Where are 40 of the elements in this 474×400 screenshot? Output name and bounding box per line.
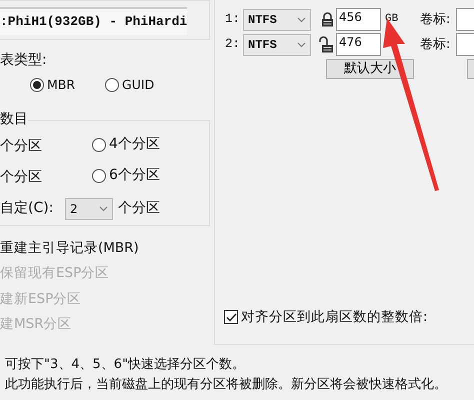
size-field[interactable]: 456 — [336, 8, 381, 31]
note-text: 可按下"3、4、5、6"快速选择分区个数。 — [4, 356, 246, 374]
option-label: 建MSR分区 — [0, 315, 73, 334]
radio-button[interactable] — [105, 78, 120, 92]
unlock-icon[interactable] — [319, 36, 334, 53]
chevron-down-icon — [297, 16, 306, 22]
radio-label: 个分区 — [0, 168, 42, 187]
radio-label: MBR — [47, 76, 76, 94]
custom-count-label: 自定(C): — [0, 199, 54, 218]
radio-label: 个分区 — [0, 137, 42, 156]
radio-button[interactable] — [30, 78, 44, 92]
row-number: 2: — [225, 36, 242, 54]
option-label[interactable]: 重建主引导记录(MBR) — [0, 235, 210, 260]
chevron-down-icon — [99, 206, 108, 212]
default-size-button[interactable]: 默认大小 — [326, 59, 414, 79]
label-caption: 卷标: — [420, 36, 452, 54]
size-field[interactable]: 476 — [336, 33, 381, 56]
radio-button[interactable] — [92, 138, 106, 152]
checkbox-label: 对齐分区到此扇区数的整数倍: — [241, 308, 428, 327]
unit-label: GB — [385, 12, 400, 28]
note-text: 此功能执行后，当前磁盘上的现有分区将被删除。新分区将会被快速格式化。 — [4, 376, 448, 394]
label-caption: 卷标: — [420, 10, 452, 29]
radio-button[interactable] — [92, 168, 106, 183]
count-dropdown[interactable]: 2 — [65, 198, 113, 220]
option-label: 保留现有ESP分区 — [0, 264, 110, 284]
label-field[interactable] — [456, 8, 474, 31]
filesystem-dropdown[interactable]: NTFS — [243, 8, 311, 30]
radio-label: 6个分区 — [109, 166, 160, 186]
radio-label: GUID — [122, 76, 154, 94]
chevron-down-icon — [297, 42, 306, 48]
checkbox[interactable] — [224, 310, 238, 324]
option-label: 建新ESP分区 — [0, 290, 82, 309]
row-number: 1: — [225, 11, 242, 28]
lock-icon[interactable] — [321, 12, 334, 27]
radio-label: 4个分区 — [109, 135, 160, 154]
disk-field[interactable]: :PhiH1(932GB) - PhiHardi — [0, 7, 188, 34]
section-label: 表类型: — [0, 51, 48, 70]
unit-label: 个分区 — [118, 199, 160, 218]
label-field[interactable] — [456, 33, 474, 56]
filesystem-dropdown[interactable]: NTFS — [243, 34, 311, 56]
